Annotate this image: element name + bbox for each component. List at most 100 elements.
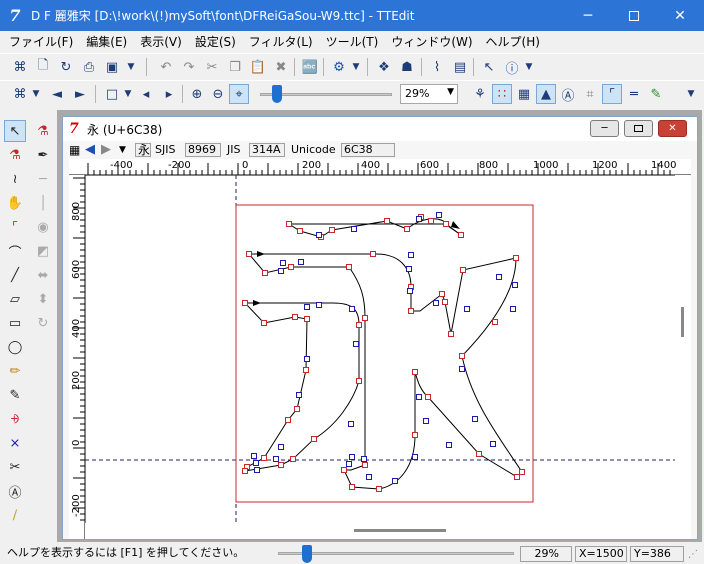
on-curve-point[interactable] (294, 406, 300, 412)
glyph-list-icon[interactable]: ☗ (397, 57, 417, 77)
copy-icon[interactable]: ❐ (225, 57, 245, 77)
on-curve-point[interactable] (311, 436, 317, 442)
off-curve-point[interactable] (316, 302, 322, 308)
on-curve-point[interactable] (286, 221, 292, 227)
resize-grip-icon[interactable]: ⋰ (688, 549, 698, 560)
on-curve-point[interactable] (362, 462, 368, 468)
maximize-button[interactable] (611, 0, 657, 31)
rectangle-tool-icon[interactable]: ▭ (4, 312, 26, 334)
left-icon[interactable]: ◂ (136, 84, 156, 104)
undo-icon[interactable]: ↶ (156, 57, 176, 77)
child-minimize-button[interactable]: ─ (590, 120, 619, 137)
status-zoom-track[interactable] (278, 552, 514, 555)
glyph-icon[interactable]: ❖ (374, 57, 394, 77)
off-curve-point[interactable] (296, 392, 302, 398)
on-curve-point[interactable] (514, 474, 520, 480)
on-curve-point[interactable] (412, 432, 418, 438)
menu-help[interactable]: ヘルプ(H) (486, 33, 540, 50)
polygon-tool-icon[interactable]: ▱ (4, 288, 26, 310)
off-curve-point[interactable] (278, 444, 284, 450)
on-curve-points[interactable] (242, 214, 525, 492)
next-glyph-icon[interactable]: ► (70, 84, 90, 104)
right-icon[interactable]: ▸ (159, 84, 179, 104)
page-dropdown-icon[interactable]: ▼ (122, 84, 134, 104)
curve-tool-icon[interactable]: ⌒ (4, 240, 26, 262)
on-curve-point[interactable] (242, 468, 248, 474)
on-curve-point[interactable] (519, 469, 525, 475)
off-curve-point[interactable] (436, 212, 442, 218)
on-curve-point[interactable] (428, 218, 434, 224)
off-curve-point[interactable] (423, 418, 429, 424)
back-icon[interactable]: ◀ (85, 143, 95, 157)
glyph-outline[interactable] (243, 218, 523, 490)
on-curve-point[interactable] (384, 218, 390, 224)
marker-tool-icon[interactable]: ✎ (4, 384, 26, 406)
glyph-nav-icon[interactable]: ⌘ (10, 84, 30, 104)
fill-icon[interactable]: ⚘ (470, 84, 490, 104)
help-dropdown-icon[interactable]: ▼ (523, 57, 535, 77)
guide-icon[interactable]: ▦ (514, 84, 534, 104)
menu-edit[interactable]: 編集(E) (86, 33, 127, 50)
bucket-tool-icon[interactable]: ⚗ (4, 144, 26, 166)
off-curve-point[interactable] (412, 454, 418, 460)
on-curve-point[interactable] (346, 264, 352, 270)
sjis-value[interactable]: 8969 (185, 143, 221, 157)
zoom-select[interactable]: 29% ▼ (400, 84, 458, 104)
on-curve-point[interactable] (285, 417, 291, 423)
off-curve-point[interactable] (490, 441, 496, 447)
on-curve-point[interactable] (370, 251, 376, 257)
menu-filter[interactable]: フィルタ(L) (249, 33, 313, 50)
on-curve-point[interactable] (246, 251, 252, 257)
measure-tool-icon[interactable]: ∕ (4, 504, 26, 526)
prev-glyph-icon[interactable]: ◄ (47, 84, 67, 104)
connect-tool-icon[interactable]: ─ (32, 168, 54, 190)
on-curve-point[interactable] (261, 320, 267, 326)
off-curve-point[interactable] (446, 442, 452, 448)
on-curve-point[interactable] (292, 314, 298, 320)
points-icon[interactable]: ∷ (492, 84, 512, 104)
on-curve-point[interactable] (356, 378, 362, 384)
convert-point-tool-icon[interactable]: ⨯ (4, 432, 26, 454)
on-curve-point[interactable] (476, 451, 482, 457)
off-curve-point[interactable] (273, 456, 279, 462)
new-font-icon[interactable]: ⌘ (10, 57, 30, 77)
menu-tools[interactable]: ツール(T) (326, 33, 379, 50)
text-tool-icon[interactable]: Ⓐ (4, 480, 26, 502)
settings-dropdown-icon[interactable]: ▼ (350, 57, 362, 77)
off-curve-point[interactable] (251, 453, 257, 459)
on-curve-point[interactable] (412, 369, 418, 375)
on-curve-point[interactable] (408, 308, 414, 314)
fit-icon[interactable]: ⌖ (229, 84, 249, 104)
off-curve-point[interactable] (464, 306, 470, 312)
skew-tool-icon[interactable]: ◩ (32, 240, 54, 262)
off-curve-point[interactable] (254, 467, 260, 473)
toolbar-overflow-icon[interactable]: ▼ (684, 84, 698, 104)
off-curve-point[interactable] (510, 306, 516, 312)
redo-icon[interactable]: ↷ (179, 57, 199, 77)
delete-icon[interactable]: ✖ (271, 57, 291, 77)
settings-gear-icon[interactable]: ⚙ (329, 57, 349, 77)
off-curve-point[interactable] (361, 456, 367, 462)
transform-tool-icon[interactable]: ◉ (32, 216, 54, 238)
off-curve-point[interactable] (346, 461, 352, 467)
off-curve-point[interactable] (416, 394, 422, 400)
off-curve-point[interactable] (459, 366, 465, 372)
on-curve-point[interactable] (329, 227, 335, 233)
off-curve-point[interactable] (304, 356, 310, 362)
line-tool-icon[interactable]: ╱ (4, 264, 26, 286)
glyph-nav-dropdown-icon[interactable]: ▼ (30, 84, 42, 104)
off-curve-point[interactable] (433, 300, 439, 306)
baseline-icon[interactable]: ═ (624, 84, 644, 104)
zoom-slider-thumb[interactable] (272, 85, 282, 103)
save-icon[interactable]: ▣ (102, 57, 122, 77)
pen-tool-icon[interactable]: ✒ (32, 144, 54, 166)
on-curve-point[interactable] (349, 484, 355, 490)
paste-icon[interactable]: 📋 (248, 57, 268, 77)
on-curve-point[interactable] (262, 270, 268, 276)
bitmap-icon[interactable]: ⌇ (427, 57, 447, 77)
on-curve-point[interactable] (341, 467, 347, 473)
on-curve-point[interactable] (458, 232, 464, 238)
on-curve-point[interactable] (288, 264, 294, 270)
off-curve-point[interactable] (349, 454, 355, 460)
point-tool-icon[interactable]: ⌜ (4, 216, 26, 238)
